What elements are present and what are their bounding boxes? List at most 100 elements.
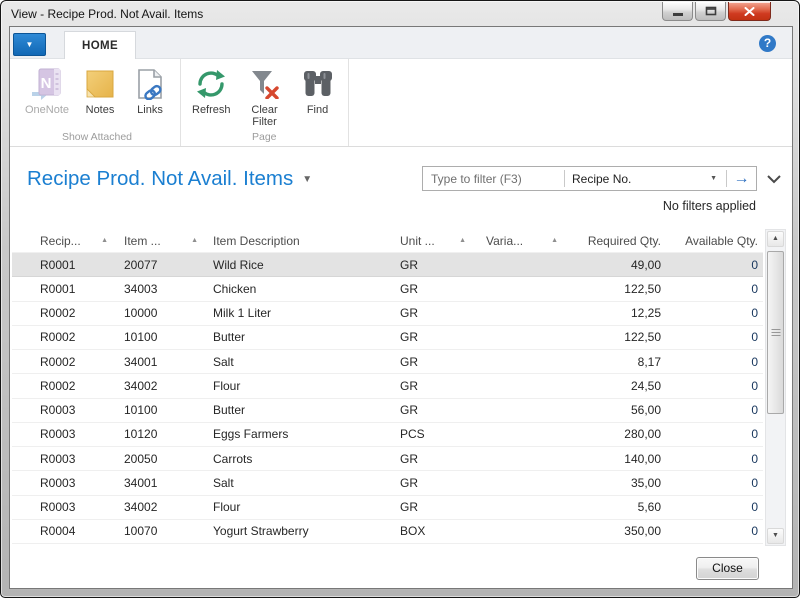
cell-required-qty: 56,00 (572, 403, 663, 417)
notes-button[interactable]: Notes (78, 64, 122, 117)
cell-required-qty: 35,00 (572, 476, 663, 490)
cell-item-no: 10100 (116, 403, 208, 417)
refresh-button[interactable]: Refresh (189, 64, 234, 117)
cell-required-qty: 140,00 (572, 452, 663, 466)
ribbon-group-page: Refresh Clear Filter (181, 59, 349, 146)
arrow-right-icon: → (734, 170, 750, 188)
links-label: Links (137, 104, 163, 116)
cell-required-qty: 122,50 (572, 330, 663, 344)
notes-label: Notes (86, 104, 115, 116)
cell-item-no: 34003 (116, 282, 208, 296)
table-row[interactable]: R0001 20077 Wild Rice GR 49,00 0 (12, 253, 763, 277)
ribbon: N OneNote Notes (10, 59, 792, 147)
column-header-recipe-no[interactable]: Recip...▲ (38, 234, 116, 248)
cell-description: Butter (208, 403, 396, 417)
maximize-button[interactable] (695, 2, 726, 21)
cell-description: Salt (208, 476, 396, 490)
cell-required-qty: 350,00 (572, 524, 663, 538)
table-row[interactable]: R0002 34001 Salt GR 8,17 0 (12, 350, 763, 374)
table-row[interactable]: R0003 34001 Salt GR 35,00 0 (12, 471, 763, 495)
scroll-up-button[interactable]: ▲ (767, 231, 784, 247)
app-window: View - Recipe Prod. Not Avail. Items ▼ H… (0, 0, 800, 598)
filter-column-value: Recipe No. (572, 172, 710, 186)
clear-filter-icon (249, 65, 280, 102)
cell-description: Salt (208, 355, 396, 369)
ribbon-group-label: Page (181, 131, 348, 143)
cell-required-qty: 122,50 (572, 282, 663, 296)
ribbon-group-label: Show Attached (14, 131, 180, 143)
scroll-up-icon: ▲ (772, 235, 779, 242)
cell-available-qty: 0 (663, 355, 763, 369)
table-row[interactable]: R0003 20050 Carrots GR 140,00 0 (12, 447, 763, 471)
cell-unit: GR (396, 355, 478, 369)
page-title[interactable]: Recipe Prod. Not Avail. Items▼ (27, 167, 312, 191)
clear-filter-label: Clear Filter (243, 104, 287, 128)
cell-unit: GR (396, 282, 478, 296)
cell-description: Eggs Farmers (208, 427, 396, 441)
table-row[interactable]: R0003 34002 Flour GR 5,60 0 (12, 496, 763, 520)
cell-item-no: 10100 (116, 330, 208, 344)
sort-asc-icon: ▲ (459, 237, 466, 244)
close-button[interactable]: Close (696, 557, 759, 580)
cell-recipe-no: R0004 (38, 524, 116, 538)
titlebar[interactable]: View - Recipe Prod. Not Avail. Items (1, 1, 799, 27)
cell-available-qty: 0 (663, 330, 763, 344)
cell-available-qty: 0 (663, 379, 763, 393)
column-header-item-description[interactable]: Item Description (208, 234, 396, 248)
table-body: R0001 20077 Wild Rice GR 49,00 0 R0001 3… (12, 253, 763, 544)
filter-box: Recipe No. ▼ → (422, 166, 757, 191)
apply-filter-button[interactable]: → (727, 167, 756, 190)
onenote-icon: N (29, 65, 65, 102)
column-header-available-qty[interactable]: Available Qty. (663, 234, 763, 248)
cell-recipe-no: R0002 (38, 379, 116, 393)
cell-unit: GR (396, 452, 478, 466)
scroll-down-button[interactable]: ▼ (767, 528, 784, 544)
column-header-variant[interactable]: Varia...▲ (478, 234, 572, 248)
filter-column-select[interactable]: Recipe No. ▼ (565, 167, 726, 190)
filter-input[interactable] (423, 167, 564, 190)
refresh-label: Refresh (192, 104, 231, 116)
sort-asc-icon: ▲ (551, 237, 558, 244)
sort-asc-icon: ▲ (191, 237, 198, 244)
cell-item-no: 34001 (116, 476, 208, 490)
cell-item-no: 34002 (116, 500, 208, 514)
table-row[interactable]: R0001 34003 Chicken GR 122,50 0 (12, 277, 763, 301)
vertical-scrollbar[interactable]: ▲ ▼ (765, 229, 786, 546)
minimize-button[interactable] (662, 2, 693, 21)
table-row[interactable]: R0003 10100 Butter GR 56,00 0 (12, 399, 763, 423)
tab-home[interactable]: HOME (64, 31, 136, 59)
scrollbar-thumb[interactable] (767, 251, 784, 414)
table-row[interactable]: R0002 10000 Milk 1 Liter GR 12,25 0 (12, 302, 763, 326)
cell-description: Yogurt Strawberry (208, 524, 396, 538)
cell-available-qty: 0 (663, 500, 763, 514)
cell-required-qty: 8,17 (572, 355, 663, 369)
links-button[interactable]: Links (128, 64, 172, 117)
cell-description: Butter (208, 330, 396, 344)
filter-status: No filters applied (663, 199, 756, 213)
column-header-item-no[interactable]: Item ...▲ (116, 234, 208, 248)
column-header-unit[interactable]: Unit ...▲ (396, 234, 478, 248)
onenote-button[interactable]: N OneNote (22, 64, 72, 117)
table-row[interactable]: R0002 10100 Butter GR 122,50 0 (12, 326, 763, 350)
cell-available-qty: 0 (663, 427, 763, 441)
close-window-button[interactable] (728, 2, 771, 21)
column-header-required-qty[interactable]: Required Qty. (572, 234, 663, 248)
page-title-caret-icon: ▼ (302, 174, 312, 185)
table-row[interactable]: R0004 10070 Yogurt Strawberry BOX 350,00… (12, 520, 763, 544)
collapse-page-button[interactable] (766, 171, 784, 183)
clear-filter-button[interactable]: Clear Filter (240, 64, 290, 129)
help-button[interactable]: ? (759, 35, 776, 52)
cell-item-no: 20050 (116, 452, 208, 466)
cell-recipe-no: R0002 (38, 306, 116, 320)
cell-description: Flour (208, 379, 396, 393)
cell-recipe-no: R0003 (38, 500, 116, 514)
ribbon-group-show-attached: N OneNote Notes (14, 59, 181, 146)
find-button[interactable]: Find (296, 64, 340, 117)
cell-unit: GR (396, 403, 478, 417)
app-menu-button[interactable]: ▼ (13, 33, 46, 56)
table-row[interactable]: R0003 10120 Eggs Farmers PCS 280,00 0 (12, 423, 763, 447)
cell-available-qty: 0 (663, 476, 763, 490)
table-row[interactable]: R0002 34002 Flour GR 24,50 0 (12, 374, 763, 398)
help-icon: ? (764, 36, 771, 50)
window-title: View - Recipe Prod. Not Avail. Items (11, 7, 203, 21)
